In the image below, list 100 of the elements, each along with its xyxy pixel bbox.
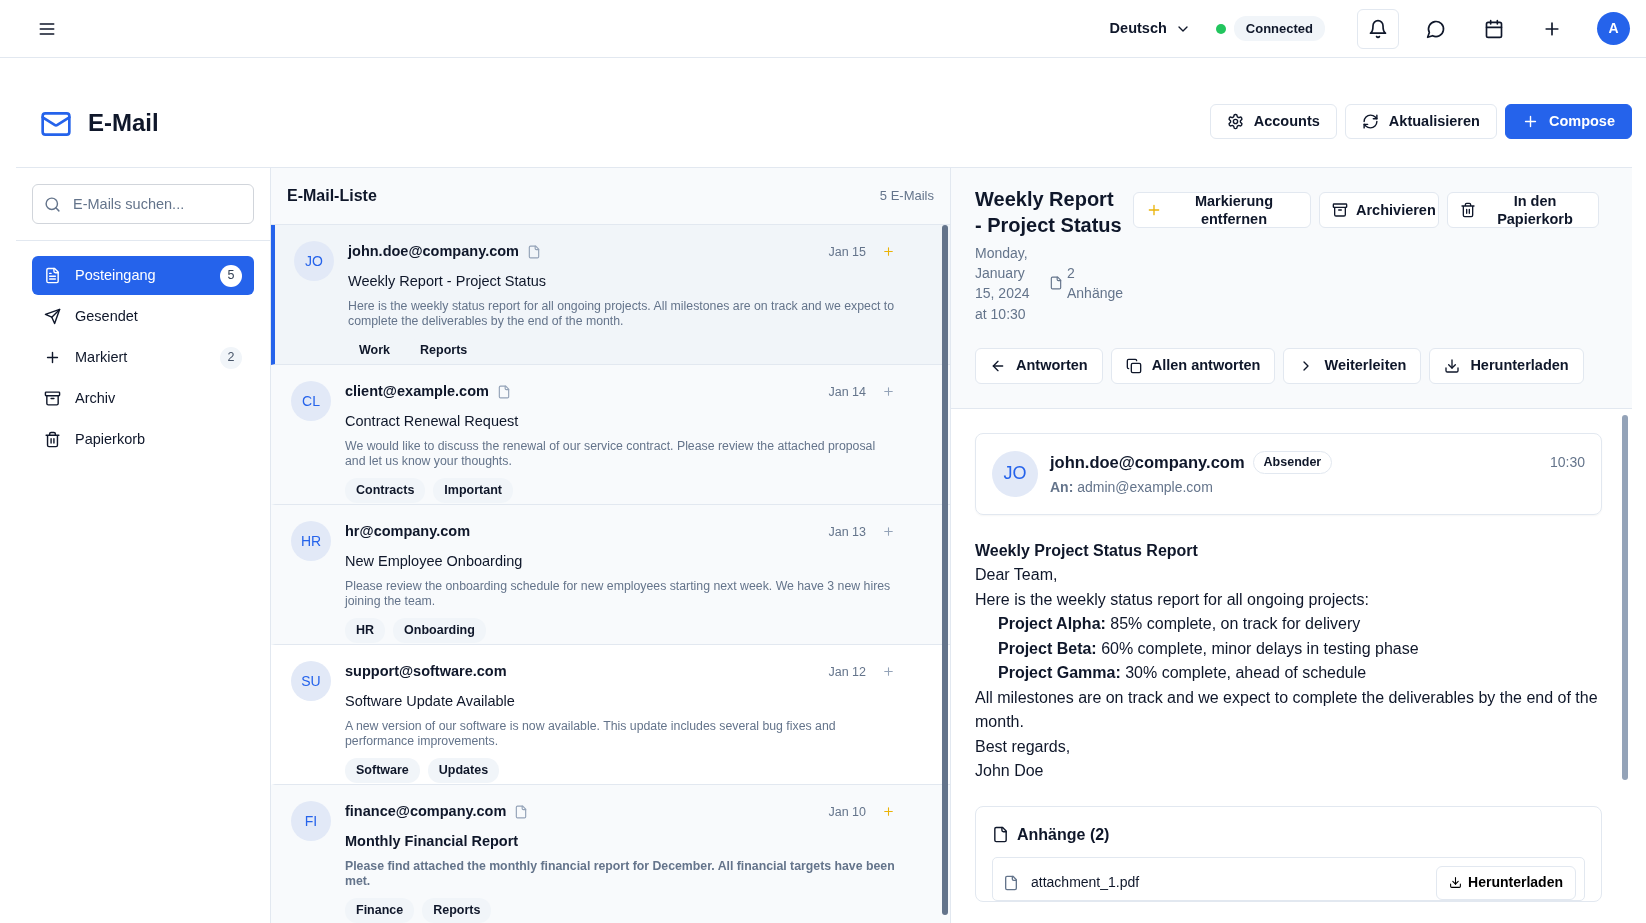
email-date: Jan 15 <box>828 243 866 261</box>
tag: Software <box>345 758 420 784</box>
download-icon <box>1444 357 1461 374</box>
email-subject: Weekly Report - Project Status <box>348 271 547 291</box>
email-list-item[interactable]: HR hr@company.com Jan 13 New Employee Onboarding Please review the onboarding schedule for new employees starting next week. We have 3 new hires joining the team. HR Onboarding <box>271 505 950 645</box>
trash-icon <box>44 431 61 448</box>
search-icon <box>44 196 61 213</box>
recipient: An: admin@example.com <box>1050 477 1214 497</box>
sidebar-item[interactable]: Archiv <box>32 379 254 418</box>
header-button[interactable]: Aktualisieren <box>1344 104 1497 139</box>
notifications-button[interactable] <box>1357 8 1399 49</box>
sidebar-item[interactable]: Posteingang 5 <box>32 256 254 295</box>
tag: HR <box>345 618 386 644</box>
body-list-item: Project Gamma: 30% complete, ahead of schedule <box>997 663 1368 684</box>
plus-icon <box>44 349 61 366</box>
refresh-icon <box>1361 113 1379 130</box>
sender-avatar: HR <box>291 521 331 561</box>
scrollbar[interactable] <box>942 225 948 915</box>
action-button[interactable]: Allen antworten <box>1110 347 1276 384</box>
sender-avatar: CL <box>291 381 331 421</box>
action-button[interactable]: Weiterleiten <box>1283 347 1422 384</box>
count-badge: 5 <box>220 264 242 287</box>
sender-avatar: JO <box>992 450 1038 497</box>
body-text: Dear Team, <box>975 565 1059 586</box>
header-button[interactable]: Compose <box>1504 104 1632 139</box>
email-subject: Software Update Available <box>345 691 516 711</box>
attachments-title: Anhänge (2) <box>1017 824 1110 845</box>
archive-box-icon <box>44 390 61 407</box>
toolbar-button[interactable]: Markierung entfernen <box>1133 192 1311 228</box>
email-preview: We would like to discuss the renewal of our service contract. Please review the attached proposal and let us know your thoughts. <box>345 438 877 471</box>
sender-email: client@example.com <box>345 382 489 401</box>
email-date: Jan 13 <box>828 523 866 541</box>
email-preview: Please find attached the monthly financial report for December. All financial targets have been met. <box>345 858 895 891</box>
body-text: John Doe <box>975 761 1045 782</box>
email-subject: Contract Renewal Request <box>345 411 520 431</box>
email-preview: A new version of our software is now available. This update includes several bug fixes and performance improvements. <box>345 718 837 751</box>
email-count: 5 E-Mails <box>879 187 934 206</box>
email-title: Weekly Report - Project Status <box>975 187 1123 239</box>
body-list-item: Project Beta: 60% complete, minor delays in testing phase <box>997 638 1420 659</box>
archive-box-icon <box>1332 202 1348 218</box>
user-avatar[interactable]: A <box>1597 12 1630 45</box>
sidebar-item[interactable]: Gesendet <box>32 297 254 336</box>
email-list-item[interactable] <box>271 365 950 505</box>
header-button[interactable]: Accounts <box>1209 104 1337 139</box>
tag: Finance <box>345 898 415 923</box>
count-badge: 2 <box>220 346 242 369</box>
body-list-item: Project Alpha: 85% complete, on track for delivery <box>997 614 1362 635</box>
sender-email: john.doe@company.com <box>348 242 519 261</box>
body-text: Best regards, <box>975 736 1072 757</box>
connection-status: Connected <box>1233 15 1325 42</box>
sender-avatar: JO <box>294 241 334 281</box>
document-icon <box>44 267 61 284</box>
sender-email: support@software.com <box>345 662 507 681</box>
sender-email: finance@company.com <box>345 802 507 821</box>
sidebar-item[interactable]: Papierkorb <box>32 420 254 459</box>
email-list-item[interactable]: FI finance@company.com Jan 10 Monthly Financial Report Please find attached the monthly financial report for December. All financial targets have been met. Finance Reports <box>271 785 950 923</box>
body-text: Here is the weekly status report for all ongoing projects: <box>975 589 1370 610</box>
copy-icon <box>1125 357 1142 374</box>
download-icon <box>1449 876 1463 890</box>
body-heading: Weekly Project Status Report <box>975 540 1199 561</box>
sender-email: hr@company.com <box>345 522 471 541</box>
email-preview: Here is the weekly status report for all ongoing projects. All milestones are on track and we expect to complete the deliverables by the end of the month. <box>348 298 895 331</box>
sender-avatar: FI <box>291 801 331 841</box>
email-subject: New Employee Onboarding <box>345 551 524 571</box>
chat-bubble-icon <box>1426 18 1446 39</box>
email-list-item[interactable] <box>271 225 950 365</box>
tag: Updates <box>427 758 500 784</box>
email-date: Jan 14 <box>828 383 866 401</box>
email-subject: Monthly Financial Report <box>345 831 520 851</box>
tag: Reports <box>422 898 492 923</box>
email-date: Jan 10 <box>828 803 866 821</box>
list-title: E-Mail-Liste <box>287 186 377 206</box>
settings-icon <box>1226 113 1244 130</box>
sender-avatar: SU <box>291 661 331 701</box>
sender-email: john.doe@company.com <box>1050 451 1245 473</box>
document-icon <box>1003 874 1019 891</box>
language-dropdown[interactable]: Deutsch <box>1108 16 1192 41</box>
email-date: Monday, January 15, 2024 at 10:30 <box>975 243 1031 324</box>
paper-plane-icon <box>44 308 61 325</box>
calendar-icon <box>1484 18 1504 39</box>
document-icon <box>1049 276 1063 291</box>
file-name: attachment_1.pdf <box>1031 873 1140 893</box>
bell-icon <box>1368 18 1388 39</box>
body-text: All milestones are on track and we expect to complete the deliverables by the end of the month. <box>975 687 1599 733</box>
sidebar-item[interactable]: Markiert 2 <box>32 338 254 377</box>
trash-icon <box>1460 202 1476 218</box>
page-title: E-Mail <box>88 109 159 138</box>
email-preview: Please review the onboarding schedule for new employees starting next week. We have 3 new hires joining the team. <box>345 578 892 611</box>
tag: Contracts <box>345 478 426 504</box>
scrollbar[interactable] <box>1622 415 1628 780</box>
toolbar-button[interactable]: In den Papierkorb <box>1447 192 1599 228</box>
toolbar-button[interactable]: Archivieren <box>1319 192 1439 228</box>
search-field[interactable]: E-Mails suchen... <box>32 184 254 224</box>
email-time: 10:30 <box>1549 452 1585 472</box>
attachment-count: 2 Anhänge <box>1067 264 1125 304</box>
document-icon <box>992 826 1009 844</box>
tag: Onboarding <box>393 618 486 644</box>
action-button[interactable]: Antworten <box>975 347 1103 384</box>
action-button[interactable]: Herunterladen <box>1429 347 1584 384</box>
download-button[interactable]: Herunterladen <box>1436 865 1576 900</box>
